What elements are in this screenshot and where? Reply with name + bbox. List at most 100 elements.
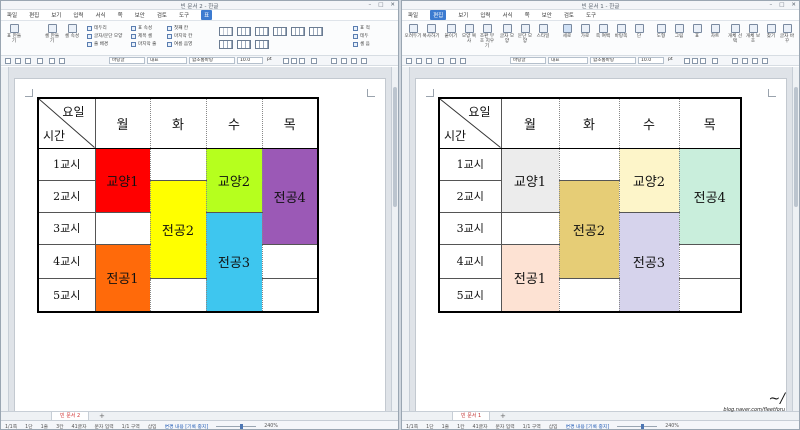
cell-jeongong4[interactable]: 전공4 [261, 147, 319, 245]
cell-empty[interactable] [94, 211, 151, 245]
menu-security[interactable]: 보안 [542, 11, 552, 19]
close-icon[interactable]: ✕ [390, 2, 395, 8]
table-style-6[interactable] [309, 27, 323, 36]
cell-empty[interactable] [149, 147, 207, 181]
font-lang-select[interactable]: 대표 [147, 57, 187, 64]
ribbon-format-copy-button[interactable]: 모양 복사 [460, 24, 478, 44]
maximize-icon[interactable]: □ [779, 2, 784, 8]
font-size-input[interactable]: 10.0 [237, 57, 263, 64]
check-first-col[interactable]: 첫째 칸 [167, 25, 188, 31]
font-face-select[interactable]: 함초롬바탕 [590, 57, 636, 64]
cell-gyoyang1[interactable]: 교양1 [500, 147, 560, 213]
cell-empty[interactable] [261, 243, 319, 279]
ribbon-make-cell-button[interactable]: 셀 만들기 [43, 24, 61, 44]
menu-tools[interactable]: 도구 [179, 11, 189, 19]
add-tab-icon[interactable]: + [99, 412, 105, 420]
table-style-5[interactable] [291, 27, 305, 36]
ribbon-shape-button[interactable]: 도형 [652, 24, 670, 39]
period-1[interactable]: 1교시 [37, 147, 96, 181]
menu-edit[interactable]: 편집 [430, 10, 447, 20]
align-right-icon[interactable] [752, 58, 758, 64]
font-size-input[interactable]: 10.0 [638, 57, 664, 64]
ribbon-select-object-button[interactable]: 개체 선택 [726, 24, 744, 44]
align-justify-icon[interactable] [762, 58, 768, 64]
check-last-row[interactable]: 마지막 줄 [131, 41, 156, 47]
menu-format[interactable]: 서식 [96, 11, 106, 19]
underline-icon[interactable] [700, 58, 706, 64]
ribbon-table-fit[interactable]: 표 적 [353, 25, 370, 31]
cell-empty[interactable] [261, 277, 319, 313]
ribbon-portrait-button[interactable]: 세로 [558, 24, 576, 39]
cell-gyoyang1[interactable]: 교양1 [94, 147, 151, 213]
day-header-thu[interactable]: 목 [678, 97, 742, 149]
save-icon[interactable] [426, 58, 432, 64]
cell-jeongong4[interactable]: 전공4 [678, 147, 742, 245]
day-header-mon[interactable]: 월 [94, 97, 151, 149]
ribbon-landscape-button[interactable]: 가로 [576, 24, 594, 39]
cell-jeongong3[interactable]: 전공3 [618, 211, 680, 313]
ribbon-protect-object-button[interactable]: 개체 보호 [744, 24, 762, 44]
cell-jeongong1[interactable]: 전공1 [94, 243, 151, 313]
period-4[interactable]: 4교시 [438, 243, 502, 279]
zoom-slider[interactable] [216, 423, 257, 429]
cell-empty[interactable] [558, 147, 620, 181]
undo-icon[interactable] [450, 58, 456, 64]
menu-security[interactable]: 보안 [135, 11, 145, 19]
ribbon-make-table-button[interactable]: 표 만들기 [5, 24, 23, 44]
style-select[interactable]: 바탕글 [510, 57, 546, 64]
day-header-tue[interactable]: 화 [149, 97, 207, 149]
table-style-4[interactable] [273, 27, 287, 36]
day-header-wed[interactable]: 수 [205, 97, 263, 149]
menu-view[interactable]: 보기 [51, 11, 61, 19]
day-header-tue[interactable]: 화 [558, 97, 620, 149]
ribbon-margin-button[interactable]: 쪽 여백 [594, 24, 612, 39]
underline-icon[interactable] [299, 58, 305, 64]
period-1[interactable]: 1교시 [438, 147, 502, 181]
day-header-thu[interactable]: 목 [261, 97, 319, 149]
print-icon[interactable] [37, 58, 43, 64]
cell-jeongong2[interactable]: 전공2 [558, 179, 620, 279]
minimize-icon[interactable]: – [368, 2, 371, 8]
check-border[interactable]: 테두리 [87, 25, 107, 31]
ribbon-picture-button[interactable]: 그림 [670, 24, 688, 39]
redo-icon[interactable] [59, 58, 65, 64]
day-header-wed[interactable]: 수 [618, 97, 680, 149]
bold-icon[interactable] [283, 58, 289, 64]
menu-view[interactable]: 보기 [458, 11, 468, 19]
bold-icon[interactable] [684, 58, 690, 64]
italic-icon[interactable] [692, 58, 698, 64]
header-diagonal-cell[interactable]: 요일 시간 [438, 97, 502, 149]
ribbon-cell-shade[interactable]: 셀 음 [353, 41, 370, 47]
align-center-icon[interactable] [742, 58, 748, 64]
cell-empty[interactable] [678, 243, 742, 279]
cell-gyoyang2[interactable]: 교양2 [618, 147, 680, 213]
menu-file[interactable]: 파일 [7, 11, 17, 19]
menu-file[interactable]: 파일 [408, 11, 418, 19]
menu-tools[interactable]: 도구 [586, 11, 596, 19]
font-color-icon[interactable] [712, 58, 718, 64]
cell-gyoyang2[interactable]: 교양2 [205, 147, 263, 213]
period-2[interactable]: 2교시 [37, 179, 96, 213]
ribbon-cut-button[interactable]: 오려두기 [404, 24, 422, 39]
menu-page[interactable]: 쪽 [118, 11, 123, 19]
check-char-para[interactable]: 글자/문단 모양 [87, 33, 122, 39]
cell-empty[interactable] [149, 277, 207, 313]
period-5[interactable]: 5교시 [438, 277, 502, 313]
ribbon-column-button[interactable]: 단 [630, 24, 648, 39]
ribbon-replace-char-button[interactable]: 글자 바꾸 [778, 24, 796, 44]
ribbon-para-shape-button[interactable]: 문단 모양 [516, 24, 534, 44]
table-style-7[interactable] [219, 40, 233, 49]
open-icon[interactable] [416, 58, 422, 64]
ribbon-chart-button[interactable]: 차트 [706, 24, 724, 39]
timetable[interactable]: 요일 시간 월 화 수 목 1교시 교양1 교양2 전공4 2교시 전공2 3교… [37, 97, 319, 313]
vertical-scrollbar[interactable] [792, 67, 799, 411]
menu-page[interactable]: 쪽 [525, 11, 530, 19]
vertical-scrollbar[interactable] [391, 67, 398, 411]
ribbon-paste-button[interactable]: 붙이기 [442, 24, 460, 39]
open-icon[interactable] [15, 58, 21, 64]
ribbon-clear-marks-button[interactable]: 조판 부호 지우기 [478, 24, 496, 49]
save-icon[interactable] [25, 58, 31, 64]
check-title-cell[interactable]: 제목 셀 [131, 33, 152, 39]
font-face-select[interactable]: 함초롬바탕 [189, 57, 235, 64]
table-style-9[interactable] [255, 40, 269, 49]
